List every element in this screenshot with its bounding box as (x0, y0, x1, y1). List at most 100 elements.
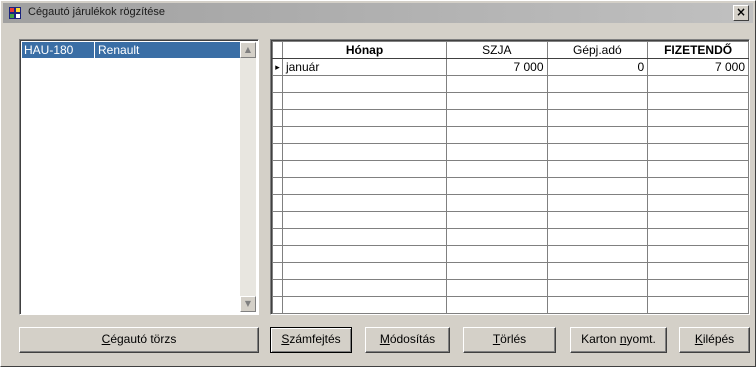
szamfejtes-button[interactable]: Számfejtés (270, 327, 352, 353)
empty-cell[interactable] (647, 126, 749, 144)
mnemonic: K (694, 332, 703, 346)
empty-cell[interactable] (546, 126, 649, 144)
empty-cell[interactable] (546, 75, 649, 93)
empty-row[interactable] (272, 279, 749, 297)
empty-row[interactable] (272, 126, 749, 144)
empty-cell[interactable] (446, 143, 548, 161)
empty-cell[interactable] (647, 211, 749, 229)
empty-cell[interactable] (446, 75, 548, 93)
empty-row[interactable] (272, 75, 749, 93)
empty-cell[interactable] (546, 245, 649, 263)
empty-cell[interactable] (546, 279, 649, 297)
empty-cell[interactable] (281, 143, 448, 161)
empty-row[interactable] (272, 194, 749, 212)
empty-cell[interactable] (281, 109, 448, 127)
empty-cell[interactable] (446, 245, 548, 263)
empty-cell[interactable] (281, 126, 448, 144)
empty-cell[interactable] (281, 92, 448, 110)
empty-row[interactable] (272, 262, 749, 280)
empty-cell[interactable] (546, 228, 649, 246)
car-list[interactable]: HAU-180 Renault ▲ ▼ (19, 39, 259, 315)
row-indicator (272, 126, 283, 144)
empty-cell[interactable] (546, 211, 649, 229)
empty-cell[interactable] (281, 245, 448, 263)
kilepes-button[interactable]: Kilépés (679, 327, 750, 353)
empty-row[interactable] (272, 160, 749, 178)
empty-row[interactable] (272, 228, 749, 246)
cell-szja[interactable]: 7 000 (446, 58, 548, 76)
empty-cell[interactable] (281, 211, 448, 229)
down-arrow-icon[interactable]: ▼ (240, 296, 256, 312)
empty-cell[interactable] (446, 109, 548, 127)
empty-cell[interactable] (546, 109, 649, 127)
empty-cell[interactable] (647, 245, 749, 263)
empty-cell[interactable] (446, 160, 548, 178)
empty-cell[interactable] (281, 75, 448, 93)
cell-honap[interactable]: január (281, 58, 448, 76)
list-scrollbar[interactable]: ▲ ▼ (240, 42, 256, 312)
empty-cell[interactable] (546, 92, 649, 110)
modositas-button[interactable]: Módosítás (365, 327, 450, 353)
empty-cell[interactable] (647, 92, 749, 110)
header-szja[interactable]: SZJA (446, 41, 548, 59)
empty-cell[interactable] (281, 279, 448, 297)
cegauto-torzs-button[interactable]: Cégautó törzs (19, 327, 259, 353)
empty-cell[interactable] (446, 262, 548, 280)
empty-row[interactable] (272, 211, 749, 229)
empty-row[interactable] (272, 296, 749, 314)
empty-cell[interactable] (647, 75, 749, 93)
header-fizetendo[interactable]: FIZETENDŐ (647, 41, 749, 59)
empty-cell[interactable] (446, 279, 548, 297)
empty-cell[interactable] (281, 194, 448, 212)
empty-cell[interactable] (546, 194, 649, 212)
empty-cell[interactable] (546, 177, 649, 195)
header-gepjado[interactable]: Gépj.adó (546, 41, 649, 59)
empty-cell[interactable] (546, 262, 649, 280)
empty-cell[interactable] (281, 160, 448, 178)
empty-row[interactable] (272, 92, 749, 110)
empty-cell[interactable] (647, 143, 749, 161)
empty-cell[interactable] (281, 228, 448, 246)
main-window: Cégautó járulékok rögzítése × HAU-180 Re… (0, 0, 756, 367)
empty-cell[interactable] (446, 177, 548, 195)
row-indicator (272, 194, 283, 212)
empty-cell[interactable] (446, 296, 548, 314)
month-grid[interactable]: Hónap SZJA Gépj.adó FIZETENDŐ ▸ január 7… (270, 39, 750, 315)
empty-cell[interactable] (647, 296, 749, 314)
empty-cell[interactable] (446, 211, 548, 229)
cell-fizetendo[interactable]: 7 000 (647, 58, 749, 76)
row-indicator (272, 228, 283, 246)
empty-cell[interactable] (546, 143, 649, 161)
empty-cell[interactable] (647, 160, 749, 178)
up-arrow-icon[interactable]: ▲ (240, 42, 256, 58)
empty-cell[interactable] (647, 194, 749, 212)
list-item[interactable]: HAU-180 Renault (22, 42, 240, 58)
empty-cell[interactable] (647, 279, 749, 297)
empty-cell[interactable] (281, 262, 448, 280)
empty-row[interactable] (272, 245, 749, 263)
karton-nyomtatas-button[interactable]: Karton nyomt. (570, 327, 667, 353)
torles-button[interactable]: Törlés (463, 327, 556, 353)
empty-cell[interactable] (446, 194, 548, 212)
empty-cell[interactable] (647, 262, 749, 280)
cell-gepjado[interactable]: 0 (546, 58, 649, 76)
empty-row[interactable] (272, 109, 749, 127)
row-indicator (272, 75, 283, 93)
empty-cell[interactable] (647, 109, 749, 127)
button-label: yomt. (626, 332, 656, 346)
header-honap[interactable]: Hónap (281, 41, 448, 59)
empty-row[interactable] (272, 177, 749, 195)
empty-cell[interactable] (281, 177, 448, 195)
empty-row[interactable] (272, 143, 749, 161)
empty-cell[interactable] (647, 177, 749, 195)
close-icon[interactable]: × (733, 5, 749, 21)
empty-cell[interactable] (446, 228, 548, 246)
empty-cell[interactable] (281, 296, 448, 314)
empty-cell[interactable] (546, 296, 649, 314)
empty-cell[interactable] (446, 92, 548, 110)
mnemonic: C (101, 332, 111, 346)
table-row[interactable]: ▸ január 7 000 0 7 000 (272, 58, 749, 76)
empty-cell[interactable] (546, 160, 649, 178)
empty-cell[interactable] (647, 228, 749, 246)
empty-cell[interactable] (446, 126, 548, 144)
